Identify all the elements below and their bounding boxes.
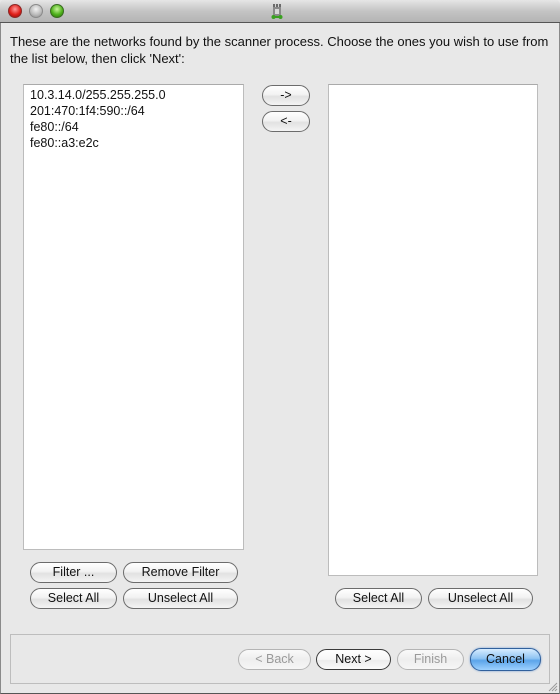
available-networks-list[interactable]: 10.3.14.0/255.255.255.0 201:470:1f4:590::… xyxy=(23,84,244,550)
network-list-item[interactable]: fe80::/64 xyxy=(24,119,243,135)
select-all-available-button[interactable]: Select All xyxy=(30,588,117,609)
resize-grip-icon[interactable] xyxy=(548,682,558,692)
unselect-all-available-button[interactable]: Unselect All xyxy=(123,588,238,609)
minimize-window-button[interactable] xyxy=(29,4,43,18)
selected-networks-list[interactable] xyxy=(328,84,538,576)
remove-from-selection-button[interactable]: <- xyxy=(262,111,310,132)
add-to-selection-button[interactable]: -> xyxy=(262,85,310,106)
title-bar xyxy=(0,0,560,23)
select-all-selected-button[interactable]: Select All xyxy=(335,588,422,609)
network-list-item[interactable]: 201:470:1f4:590::/64 xyxy=(24,103,243,119)
network-list-item[interactable]: 10.3.14.0/255.255.255.0 xyxy=(24,87,243,103)
instructions-text: These are the networks found by the scan… xyxy=(10,34,549,66)
back-button[interactable]: < Back xyxy=(238,649,311,670)
next-button[interactable]: Next > xyxy=(316,649,391,670)
cancel-button[interactable]: Cancel xyxy=(470,648,541,671)
unselect-all-selected-button[interactable]: Unselect All xyxy=(428,588,533,609)
network-list-item[interactable]: fe80::a3:e2c xyxy=(24,135,243,151)
close-window-button[interactable] xyxy=(8,4,22,18)
finish-button[interactable]: Finish xyxy=(397,649,464,670)
rook-tower-icon xyxy=(271,4,283,19)
remove-filter-button[interactable]: Remove Filter xyxy=(123,562,238,583)
zoom-window-button[interactable] xyxy=(50,4,64,18)
filter-button[interactable]: Filter ... xyxy=(30,562,117,583)
